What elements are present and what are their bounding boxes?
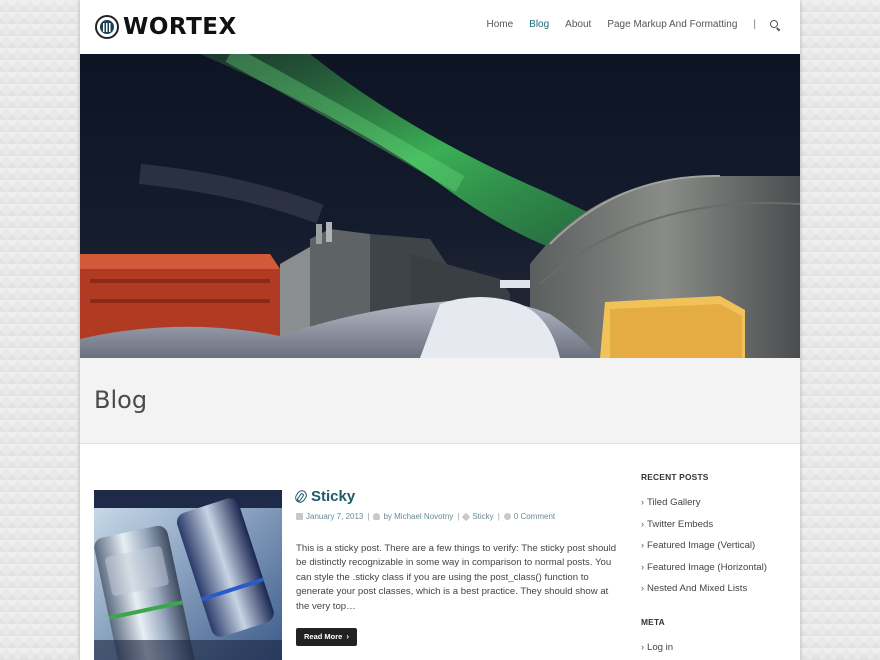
hero-image xyxy=(80,54,800,358)
recent-post-item[interactable]: › Featured Image (Horizontal) xyxy=(641,562,791,584)
tag-icon xyxy=(462,512,471,521)
meta-widget-title: META xyxy=(641,616,665,627)
recent-posts-title: RECENT POSTS xyxy=(641,472,709,482)
chevron-right-icon: › xyxy=(346,632,350,641)
read-more-button[interactable]: Read More › xyxy=(296,628,358,646)
read-more-label: Read More xyxy=(304,632,343,641)
meta-list: › Log in xyxy=(641,642,791,660)
chevron-right-icon: › xyxy=(641,561,644,572)
recent-post-label: Nested And Mixed Lists xyxy=(647,583,748,595)
calendar-icon xyxy=(296,513,303,520)
page-container: WORTEX Home Blog About Page Markup And F… xyxy=(80,0,800,660)
nav-item-about[interactable]: About xyxy=(565,19,591,30)
post-category[interactable]: Sticky xyxy=(472,512,493,521)
recent-post-label: Twitter Embeds xyxy=(647,518,714,530)
recent-post-label: Featured Image (Vertical) xyxy=(647,540,756,552)
site-logo[interactable]: WORTEX xyxy=(95,14,237,40)
meta-item-label: Log in xyxy=(647,641,674,653)
logo-mark-icon xyxy=(95,15,119,39)
chevron-right-icon: › xyxy=(641,583,644,594)
post-title[interactable]: Sticky xyxy=(293,488,356,505)
recent-post-item[interactable]: › Nested And Mixed Lists xyxy=(641,583,791,605)
site-header: WORTEX Home Blog About Page Markup And F… xyxy=(80,0,800,54)
search-icon[interactable] xyxy=(770,19,780,30)
paperclip-icon xyxy=(293,488,309,505)
recent-post-label: Tiled Gallery xyxy=(647,497,701,508)
chevron-right-icon: › xyxy=(641,641,644,652)
recent-posts-list: › Tiled Gallery › Twitter Embeds › Featured… xyxy=(641,497,791,605)
recent-post-item[interactable]: › Twitter Embeds xyxy=(641,519,791,541)
chevron-right-icon: › xyxy=(641,497,644,507)
chevron-right-icon: › xyxy=(641,540,644,551)
post-excerpt: This is a sticky post. There are a few t… xyxy=(296,543,617,612)
page-title-band: Blog xyxy=(80,358,800,444)
chevron-right-icon: › xyxy=(641,518,644,529)
user-icon xyxy=(373,513,381,520)
meta-separator: | xyxy=(497,512,500,521)
post-thumbnail[interactable] xyxy=(94,490,282,660)
meta-separator: | xyxy=(367,512,370,521)
nav-item-page-markup[interactable]: Page Markup And Formatting xyxy=(607,19,737,30)
post-author[interactable]: by Michael Novotny xyxy=(383,512,453,521)
post-comments[interactable]: 0 Comment xyxy=(514,512,555,521)
nav-item-blog[interactable]: Blog xyxy=(529,19,549,30)
nav-separator: | xyxy=(753,19,756,30)
logo-text: WORTEX xyxy=(123,14,237,40)
recent-post-item[interactable]: › Featured Image (Vertical) xyxy=(641,540,791,562)
main-nav: Home Blog About Page Markup And Formatti… xyxy=(470,19,780,30)
meta-item-login[interactable]: › Log in xyxy=(641,642,791,660)
meta-separator: | xyxy=(457,512,460,521)
comment-icon xyxy=(503,513,511,520)
nav-item-home[interactable]: Home xyxy=(486,19,513,30)
post-meta: January 7, 2013 | by Michael Novotny | S… xyxy=(296,512,555,521)
recent-post-item[interactable]: › Tiled Gallery xyxy=(641,497,791,519)
post-title-text: Sticky xyxy=(311,488,356,505)
page-title: Blog xyxy=(94,386,148,414)
recent-post-label: Featured Image (Horizontal) xyxy=(647,561,767,573)
post-date[interactable]: January 7, 2013 xyxy=(306,512,363,521)
sidebar: RECENT POSTS › Tiled Gallery › Twitter Emb… xyxy=(641,472,791,660)
